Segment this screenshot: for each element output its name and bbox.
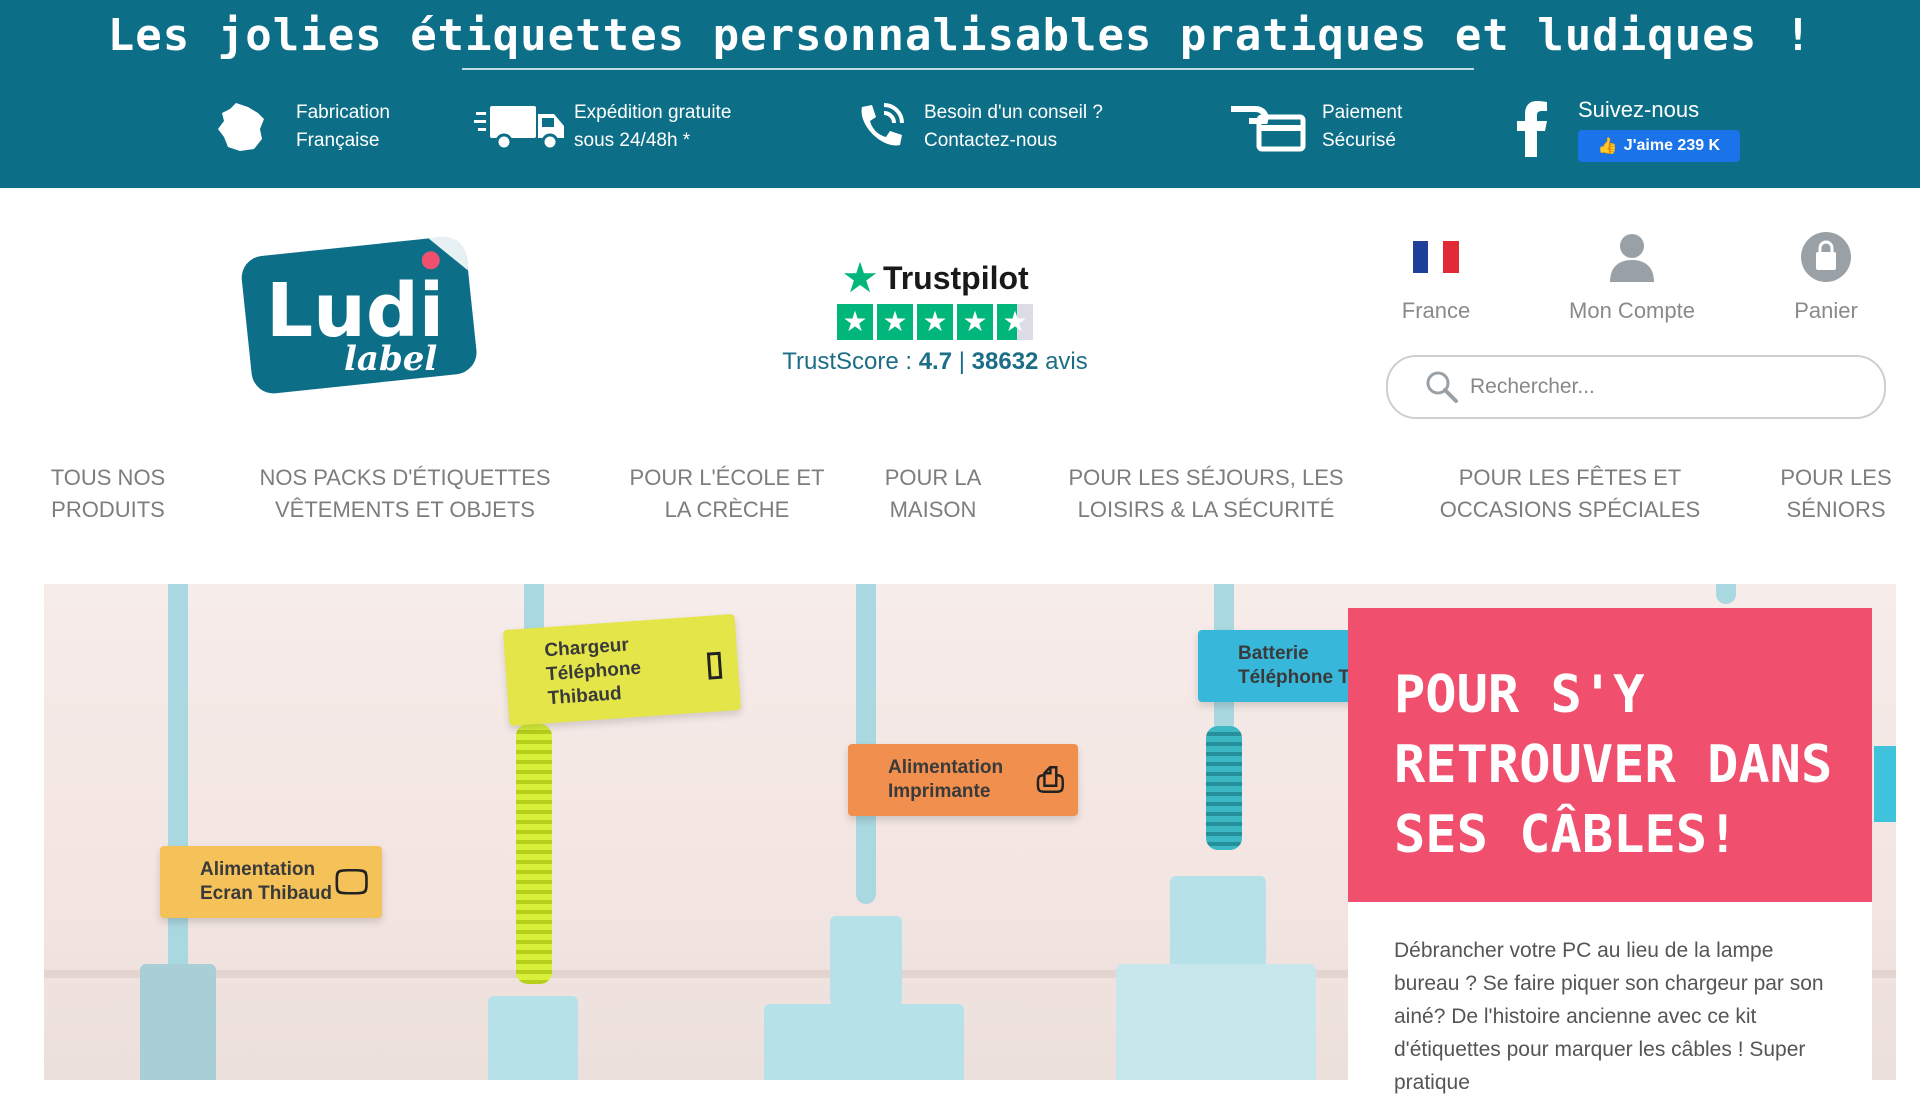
star-icon: ★ — [837, 304, 873, 340]
ludi-label-logo[interactable]: Ludi label — [240, 232, 480, 396]
label-line2: Téléphone Thiba — [1238, 667, 1378, 688]
nav-line1: Pour l'école et — [629, 465, 825, 490]
feature-line2: Sécurisé — [1322, 130, 1396, 151]
cart-label: Panier — [1794, 298, 1858, 323]
trustscore: TrustScore : 4.7 | 38632 avis — [770, 348, 1100, 376]
country-label: France — [1401, 298, 1471, 323]
follow-label: Suivez-nous — [1578, 97, 1700, 122]
cable-label: Chargeur Téléphone Thibaud ▯ — [502, 614, 742, 726]
facebook-like-button[interactable]: 👍 J'aime 239 K — [1578, 130, 1740, 162]
cable-label: Alimentation Ecran Thibaud 🖵 — [160, 846, 382, 918]
cable-coil — [516, 724, 552, 984]
trustscore-value: 4.7 — [918, 348, 953, 375]
country-selector[interactable]: France — [1356, 230, 1516, 324]
nav-line1: Pour la — [884, 465, 982, 490]
facebook-icon[interactable] — [1500, 97, 1564, 161]
phone-icon — [844, 95, 916, 159]
nav-line1: Pour les fêtes et — [1458, 465, 1682, 490]
feature-free-shipping[interactable]: Expédition gratuite sous 24/48h * — [474, 92, 731, 162]
cable-coil — [1206, 726, 1242, 850]
search-bar[interactable] — [1386, 355, 1886, 419]
nav-seniors[interactable]: Pour les séniors — [1766, 462, 1906, 526]
feature-line2: sous 24/48h * — [574, 130, 691, 151]
search-icon[interactable] — [1424, 369, 1460, 405]
reviews-label: avis — [1045, 348, 1088, 375]
nav-line1: Tous nos — [50, 465, 166, 490]
nav-line1: Pour les séjours, les — [1068, 465, 1344, 490]
search-input[interactable] — [1468, 374, 1872, 400]
thumbs-up-icon: 👍 — [1597, 138, 1618, 155]
feature-made-in-france[interactable]: Fabrication Française — [196, 92, 390, 162]
nav-all-products[interactable]: Tous nos produits — [30, 462, 186, 526]
star-icon: ★ — [957, 304, 993, 340]
social-follow: Suivez-nous 👍 J'aime 239 K — [1500, 94, 1740, 164]
feature-line2: Française — [296, 130, 380, 151]
nav-celebrations[interactable]: Pour les fêtes et occasions spéciales — [1420, 462, 1720, 526]
trustpilot-rating-stars: ★ ★ ★ ★ ★ — [770, 304, 1100, 340]
nav-leisure[interactable]: Pour les séjours, les loisirs & la sécuri… — [1056, 462, 1356, 526]
feature-line1: Paiement — [1322, 102, 1403, 123]
battery-adapter — [1116, 964, 1316, 1080]
feature-secure-payment[interactable]: Paiement Sécurisé — [1224, 92, 1402, 162]
feature-line2: Contactez-nous — [924, 130, 1058, 151]
nav-line1: Nos packs d'étiquettes — [259, 465, 551, 490]
nav-line2: la crèche — [664, 497, 790, 522]
review-count: 38632 — [971, 348, 1039, 375]
cable-label: Alimentation Imprimante ⎙ — [848, 744, 1078, 816]
nav-line2: vêtements et objets — [275, 497, 535, 522]
nav-home[interactable]: Pour la maison — [868, 462, 998, 526]
promo-card[interactable]: Pour s'y retrouver dans ses câbles! — [1348, 608, 1872, 902]
feature-line1: Fabrication — [296, 102, 390, 123]
cable — [1716, 584, 1736, 604]
cart-link[interactable]: Panier — [1746, 230, 1906, 324]
tagline: Les jolies étiquettes personnalisables p… — [107, 10, 1813, 61]
user-icon — [1552, 230, 1712, 284]
nav-line2: maison — [889, 497, 977, 522]
ethernet-plug — [140, 964, 216, 1080]
smartphone-icon: ▯ — [703, 643, 726, 684]
feature-line1: Besoin d'un conseil ? — [924, 102, 1103, 123]
star-icon: ★ — [877, 304, 913, 340]
delivery-truck-icon — [474, 95, 566, 159]
france-map-icon — [196, 95, 288, 159]
printer-adapter — [764, 1004, 964, 1080]
label-line1: Batterie — [1238, 643, 1309, 664]
star-icon: ★ — [917, 304, 953, 340]
monitor-icon: 🖵 — [335, 863, 368, 901]
promo-description: Débrancher votre PC au lieu de la lampe … — [1348, 902, 1872, 1094]
nav-packs[interactable]: Nos packs d'étiquettes vêtements et objet… — [250, 462, 560, 526]
account-link[interactable]: Mon Compte — [1552, 230, 1712, 324]
trustpilot-widget[interactable]: ★ Trustpilot ★ ★ ★ ★ ★ TrustScore : 4.7 |… — [770, 256, 1100, 376]
printer-icon: ⎙ — [1036, 761, 1064, 799]
like-count-label: J'aime 239 K — [1623, 137, 1721, 154]
account-label: Mon Compte — [1569, 298, 1695, 323]
promo-text: Débrancher votre PC au lieu de la lampe … — [1394, 939, 1824, 1094]
trustpilot-star-icon: ★ — [841, 254, 879, 301]
charger-plug — [488, 996, 578, 1080]
feature-contact[interactable]: Besoin d'un conseil ? Contactez-nous — [844, 92, 1103, 162]
nav-line2: séniors — [1786, 497, 1886, 522]
nav-line2: occasions spéciales — [1439, 497, 1701, 522]
half-star-icon: ★ — [997, 304, 1033, 340]
nav-line2: produits — [51, 497, 165, 522]
promo-title: Pour s'y retrouver dans ses câbles! — [1394, 665, 1833, 865]
cable — [168, 584, 188, 994]
shopping-bag-icon — [1746, 230, 1906, 284]
top-banner: Les jolies étiquettes personnalisables p… — [0, 0, 1920, 188]
nav-school[interactable]: Pour l'école et la crèche — [612, 462, 842, 526]
feature-line1: Expédition gratuite — [574, 102, 732, 123]
tagline-underline — [462, 68, 1474, 70]
france-flag-icon — [1356, 230, 1516, 284]
label-line1: Alimentation — [888, 757, 1004, 778]
nav-line2: loisirs & la sécurité — [1077, 497, 1335, 522]
logo-subtext: label — [344, 339, 437, 379]
label-line2: Imprimante — [888, 781, 991, 802]
trustpilot-brand: Trustpilot — [882, 259, 1029, 296]
printer-plug — [830, 916, 902, 1006]
trustscore-separator: | — [958, 348, 965, 375]
carousel-next-tab[interactable] — [1874, 746, 1896, 822]
payment-hand-icon — [1224, 95, 1314, 159]
nav-line1: Pour les — [1780, 465, 1892, 490]
trustscore-label: TrustScore : — [782, 348, 913, 375]
